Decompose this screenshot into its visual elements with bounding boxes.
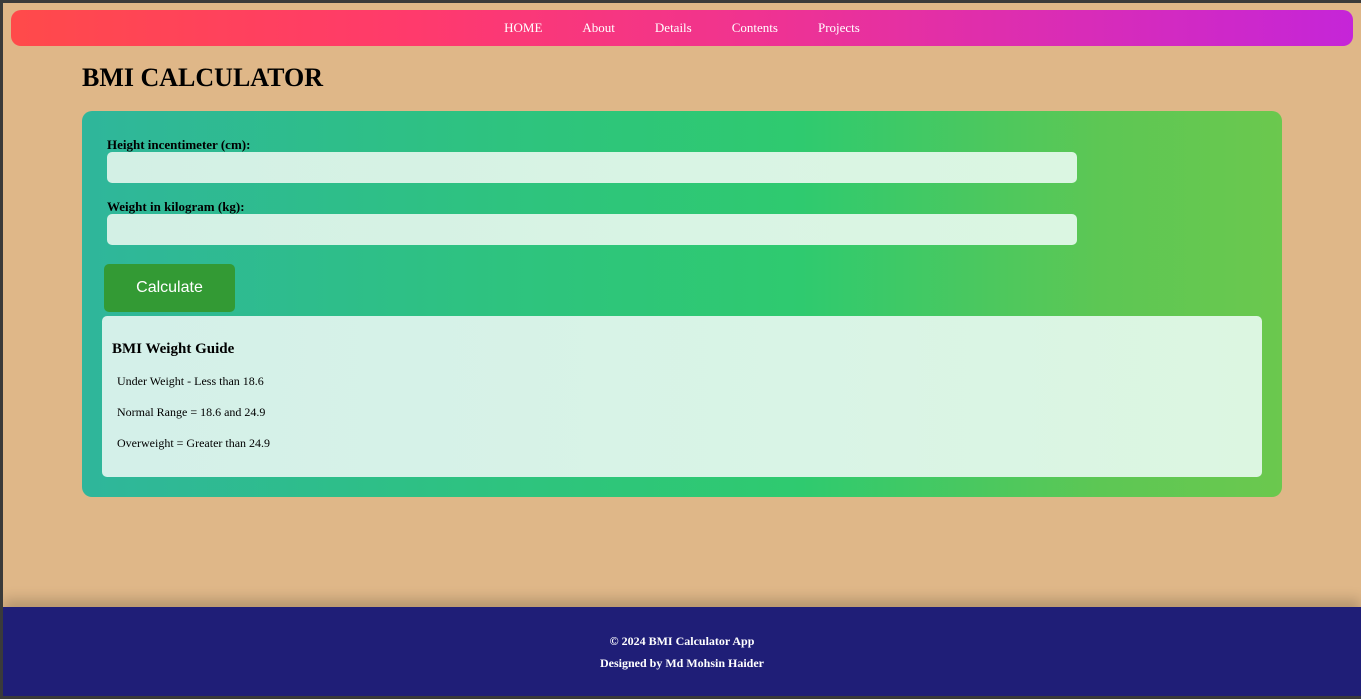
calculate-button[interactable]: Calculate	[104, 264, 235, 312]
nav-link-about[interactable]: About	[582, 20, 615, 36]
page-footer: © 2024 BMI Calculator App Designed by Md…	[3, 607, 1361, 696]
nav-link-contents[interactable]: Contents	[732, 20, 778, 36]
footer-copyright: © 2024 BMI Calculator App	[609, 634, 755, 648]
guide-title: BMI Weight Guide	[112, 341, 235, 357]
height-label: Height incentimeter (cm):	[107, 137, 251, 152]
bmi-guide-box: BMI Weight Guide Under Weight - Less tha…	[102, 316, 1262, 477]
top-navbar: HOME About Details Contents Projects	[11, 10, 1353, 46]
guide-line-normal: Normal Range = 18.6 and 24.9	[117, 405, 266, 419]
nav-link-details[interactable]: Details	[655, 20, 692, 36]
weight-input[interactable]	[107, 214, 1077, 245]
nav-link-home[interactable]: HOME	[504, 20, 542, 36]
guide-line-overweight: Overweight = Greater than 24.9	[117, 436, 271, 450]
nav-link-projects[interactable]: Projects	[818, 20, 860, 36]
guide-line-underweight: Under Weight - Less than 18.6	[117, 374, 264, 388]
footer-credit: Designed by Md Mohsin Haider	[599, 656, 764, 670]
weight-label: Weight in kilogram (kg):	[107, 199, 245, 214]
height-input[interactable]	[107, 152, 1077, 183]
calculator-card: Height incentimeter (cm): Weight in kilo…	[82, 111, 1282, 497]
page-frame: HOME About Details Contents Projects BMI…	[3, 3, 1361, 696]
page-title: BMI CALCULATOR	[82, 63, 324, 92]
